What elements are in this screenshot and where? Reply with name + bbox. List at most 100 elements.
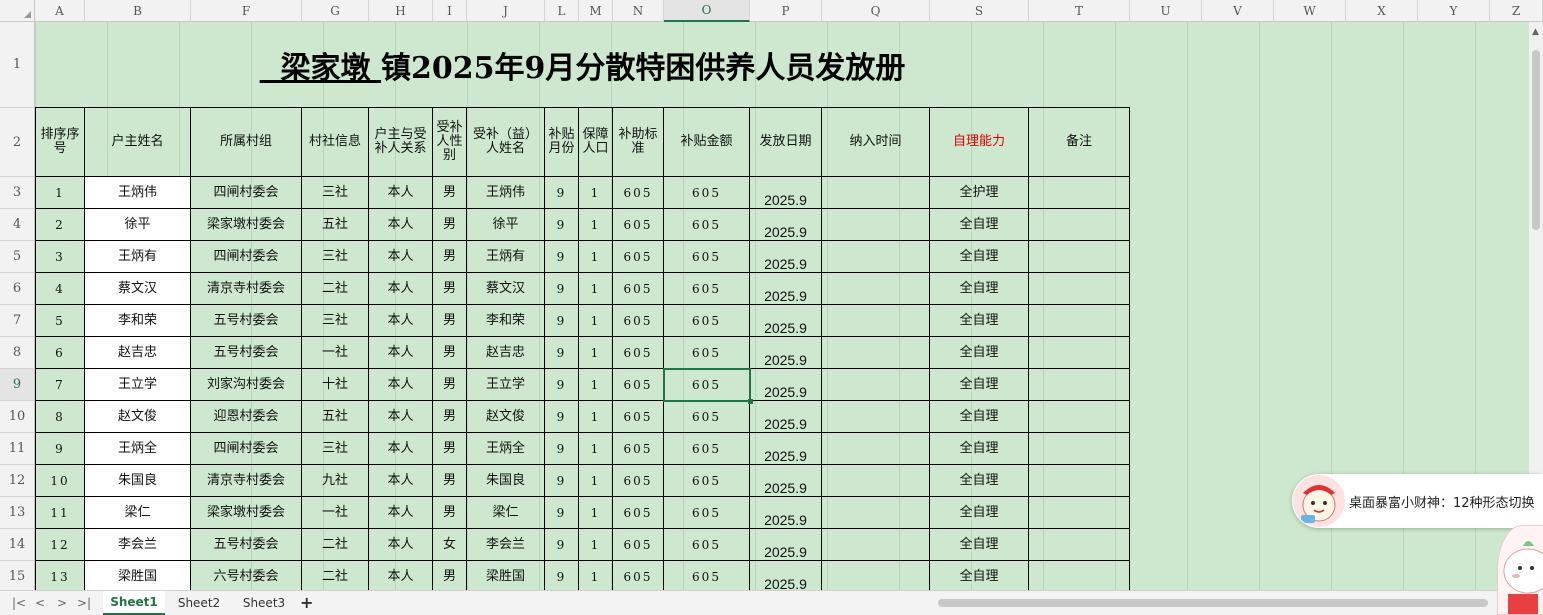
table-cell[interactable]: 男 bbox=[433, 369, 467, 401]
table-cell[interactable]: 全自理 bbox=[930, 561, 1029, 590]
table-cell[interactable]: 男 bbox=[433, 209, 467, 241]
header-cell[interactable]: 户主与受补人关系 bbox=[369, 108, 433, 177]
scroll-up-icon[interactable]: ▲ bbox=[1532, 27, 1539, 37]
row-header-12[interactable]: 12 bbox=[0, 465, 35, 497]
table-cell[interactable]: 男 bbox=[433, 433, 467, 465]
row-header-6[interactable]: 6 bbox=[0, 273, 35, 305]
table-cell[interactable]: 女 bbox=[433, 529, 467, 561]
table-cell[interactable]: 梁仁 bbox=[467, 497, 545, 529]
table-cell[interactable]: 十社 bbox=[302, 369, 369, 401]
table-cell[interactable]: 清京寺村委会 bbox=[191, 273, 302, 305]
column-header-p[interactable]: P bbox=[750, 0, 822, 22]
row-header-13[interactable]: 13 bbox=[0, 497, 35, 529]
column-header-b[interactable]: B bbox=[85, 0, 191, 22]
column-header-n[interactable]: N bbox=[613, 0, 664, 22]
table-cell[interactable]: 9 bbox=[545, 369, 579, 401]
header-cell[interactable]: 自理能力 bbox=[930, 108, 1029, 177]
table-cell[interactable]: 男 bbox=[433, 305, 467, 337]
horizontal-scrollbar[interactable] bbox=[922, 597, 1507, 609]
table-cell[interactable] bbox=[1029, 241, 1130, 273]
table-cell[interactable] bbox=[1029, 561, 1130, 590]
table-cell[interactable] bbox=[822, 369, 930, 401]
column-header-v[interactable]: V bbox=[1202, 0, 1274, 22]
add-sheet-button[interactable]: + bbox=[300, 593, 313, 612]
table-cell[interactable]: 全护理 bbox=[930, 177, 1029, 209]
table-cell[interactable]: 全自理 bbox=[930, 529, 1029, 561]
column-header-y[interactable]: Y bbox=[1418, 0, 1490, 22]
table-cell[interactable]: 本人 bbox=[369, 241, 433, 273]
table-cell[interactable] bbox=[1029, 337, 1130, 369]
table-cell[interactable]: 一社 bbox=[302, 337, 369, 369]
table-cell[interactable] bbox=[822, 209, 930, 241]
table-cell[interactable]: 2025.9 bbox=[750, 305, 822, 337]
table-cell[interactable]: 全自理 bbox=[930, 369, 1029, 401]
table-cell[interactable]: 605 bbox=[613, 401, 664, 433]
table-cell[interactable]: 605 bbox=[613, 337, 664, 369]
table-cell[interactable]: 605 bbox=[613, 177, 664, 209]
column-header-t[interactable]: T bbox=[1029, 0, 1130, 22]
column-header-h[interactable]: H bbox=[369, 0, 433, 22]
table-cell[interactable]: 李会兰 bbox=[85, 529, 191, 561]
table-cell[interactable]: 四闸村委会 bbox=[191, 241, 302, 273]
table-cell[interactable] bbox=[1029, 465, 1130, 497]
table-cell[interactable]: 10 bbox=[35, 465, 85, 497]
table-cell[interactable]: 三社 bbox=[302, 241, 369, 273]
table-cell[interactable]: 1 bbox=[579, 273, 613, 305]
table-cell[interactable]: 本人 bbox=[369, 561, 433, 590]
table-cell[interactable]: 全自理 bbox=[930, 433, 1029, 465]
header-cell[interactable]: 受补（益）人姓名 bbox=[467, 108, 545, 177]
table-cell[interactable]: 9 bbox=[545, 465, 579, 497]
table-cell[interactable]: 全自理 bbox=[930, 273, 1029, 305]
table-cell[interactable] bbox=[1029, 401, 1130, 433]
column-header-s[interactable]: S bbox=[930, 0, 1029, 22]
table-cell[interactable]: 1 bbox=[579, 465, 613, 497]
header-cell[interactable]: 补贴月份 bbox=[545, 108, 579, 177]
corner-mascot-icon[interactable] bbox=[1497, 525, 1543, 615]
table-cell[interactable]: 605 bbox=[664, 305, 750, 337]
table-cell[interactable]: 1 bbox=[579, 177, 613, 209]
table-cell[interactable]: 9 bbox=[545, 241, 579, 273]
column-header-q[interactable]: Q bbox=[822, 0, 930, 22]
table-cell[interactable]: 605 bbox=[613, 433, 664, 465]
row-header-5[interactable]: 5 bbox=[0, 241, 35, 273]
table-cell[interactable]: 5 bbox=[35, 305, 85, 337]
column-header-w[interactable]: W bbox=[1274, 0, 1346, 22]
table-cell[interactable]: 男 bbox=[433, 177, 467, 209]
table-cell[interactable]: 全自理 bbox=[930, 401, 1029, 433]
table-cell[interactable] bbox=[822, 433, 930, 465]
table-cell[interactable]: 本人 bbox=[369, 497, 433, 529]
column-header-z[interactable]: Z bbox=[1490, 0, 1543, 22]
row-header-15[interactable]: 15 bbox=[0, 561, 35, 590]
tab-sheet1[interactable]: Sheet1 bbox=[103, 591, 165, 615]
table-cell[interactable]: 全自理 bbox=[930, 337, 1029, 369]
table-cell[interactable]: 605 bbox=[664, 401, 750, 433]
header-cell[interactable]: 补助标准 bbox=[613, 108, 664, 177]
table-cell[interactable]: 梁胜国 bbox=[467, 561, 545, 590]
table-cell[interactable]: 9 bbox=[545, 177, 579, 209]
table-cell[interactable]: 2025.9 bbox=[750, 241, 822, 273]
row-header-14[interactable]: 14 bbox=[0, 529, 35, 561]
table-cell[interactable]: 梁胜国 bbox=[85, 561, 191, 590]
table-cell[interactable]: 本人 bbox=[369, 177, 433, 209]
table-cell[interactable]: 男 bbox=[433, 241, 467, 273]
table-cell[interactable]: 本人 bbox=[369, 209, 433, 241]
table-cell[interactable]: 9 bbox=[35, 433, 85, 465]
header-cell[interactable]: 保障人口 bbox=[579, 108, 613, 177]
table-cell[interactable]: 蔡文汉 bbox=[85, 273, 191, 305]
table-cell[interactable]: 全自理 bbox=[930, 241, 1029, 273]
table-cell[interactable]: 二社 bbox=[302, 529, 369, 561]
table-cell[interactable]: 王炳全 bbox=[85, 433, 191, 465]
table-cell[interactable] bbox=[1029, 209, 1130, 241]
table-cell[interactable]: 1 bbox=[35, 177, 85, 209]
table-cell[interactable]: 9 bbox=[545, 401, 579, 433]
row-header-2[interactable]: 2 bbox=[0, 108, 35, 177]
table-cell[interactable]: 11 bbox=[35, 497, 85, 529]
table-cell[interactable]: 605 bbox=[613, 465, 664, 497]
table-cell[interactable]: 王炳伟 bbox=[85, 177, 191, 209]
table-cell[interactable] bbox=[822, 305, 930, 337]
table-cell[interactable] bbox=[822, 273, 930, 305]
table-cell[interactable] bbox=[1029, 305, 1130, 337]
table-cell[interactable]: 男 bbox=[433, 561, 467, 590]
first-sheet-icon[interactable]: |< bbox=[10, 594, 28, 612]
table-cell[interactable]: 男 bbox=[433, 273, 467, 305]
